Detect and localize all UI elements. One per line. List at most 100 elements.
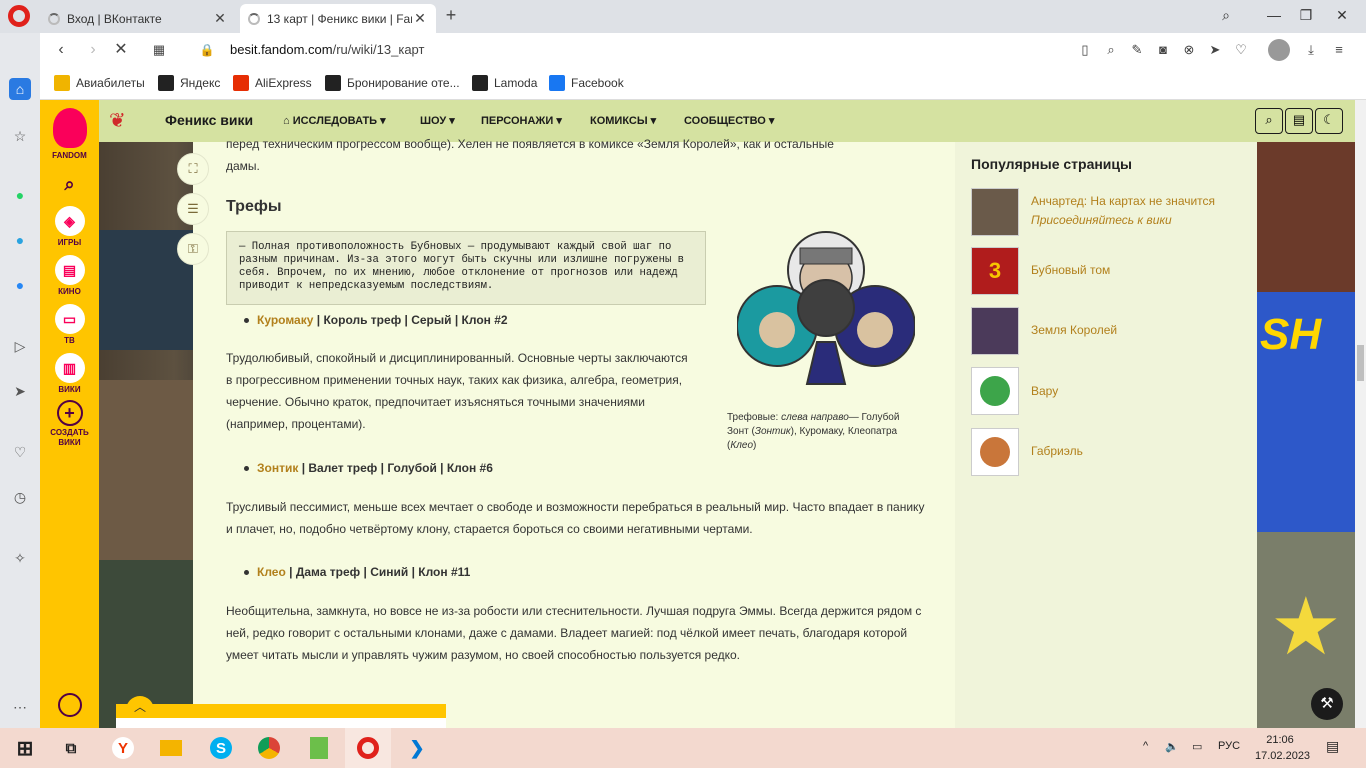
zoom-icon[interactable]: ⌕ xyxy=(1102,41,1120,59)
vk-icon[interactable]: ● xyxy=(9,274,31,296)
scrollbar-thumb[interactable] xyxy=(1357,345,1364,381)
popular-thumbnail[interactable] xyxy=(971,307,1019,355)
opera-taskbar-icon[interactable] xyxy=(353,734,383,762)
bookmark-aviabilety[interactable]: Авиабилеты xyxy=(54,75,145,91)
nav-comics[interactable]: КОМИКСЫ ▾ xyxy=(590,114,656,127)
clubs-characters-image[interactable] xyxy=(737,222,915,386)
lock-icon[interactable]: ⚿ xyxy=(177,233,209,265)
stop-loading-button[interactable]: ✕ xyxy=(110,39,132,61)
url-field[interactable]: besit.fandom.com/ru/wiki/13_карт xyxy=(230,42,424,57)
tips-icon[interactable]: ✧ xyxy=(9,547,31,569)
nav-explore[interactable]: ⌂ ИССЛЕДОВАТЬ ▾ xyxy=(283,114,386,127)
bookmark-yandex[interactable]: Яндекс xyxy=(158,75,220,91)
popular-thumbnail[interactable] xyxy=(971,367,1019,415)
wiki-title[interactable]: Феникс вики xyxy=(165,112,253,128)
nav-create-wiki[interactable]: + СОЗДАТЬ ВИКИ xyxy=(40,400,99,448)
popular-link[interactable]: Анчартед: На картах не значится xyxy=(1031,194,1215,208)
intro-text: перед техническим прогрессом вообще). Хе… xyxy=(226,137,834,151)
more-icon[interactable]: ⋯ xyxy=(9,696,31,718)
language-indicator[interactable]: РУС xyxy=(1218,740,1240,752)
heart-icon[interactable]: ♡ xyxy=(1232,41,1250,59)
tab-vk[interactable]: Вход | ВКонтакте ✕ xyxy=(40,4,236,33)
popular-thumbnail[interactable] xyxy=(971,188,1019,236)
favorites-heart-icon[interactable]: ♡ xyxy=(9,441,31,463)
nav-wikis[interactable]: ▥ ВИКИ xyxy=(40,353,99,394)
bookmark-booking[interactable]: Бронирование оте... xyxy=(325,75,460,91)
phoenix-logo-icon[interactable]: ❦ xyxy=(109,108,135,134)
account-icon[interactable] xyxy=(58,693,82,717)
character-link[interactable]: Зонтик xyxy=(257,461,298,475)
speed-dial-icon[interactable]: ▦ xyxy=(148,39,170,61)
opera-logo-icon[interactable] xyxy=(8,5,30,27)
skype-icon[interactable]: S xyxy=(206,734,236,762)
close-tab-icon[interactable]: ✕ xyxy=(412,10,428,27)
notifications-icon[interactable]: ▤ xyxy=(1326,738,1339,755)
download-icon[interactable]: ⤓ xyxy=(1302,41,1320,59)
profile-avatar[interactable] xyxy=(1268,39,1290,61)
history-icon[interactable]: ◷ xyxy=(9,486,31,508)
wrench-icon[interactable]: ⚒ xyxy=(1311,688,1343,720)
yandex-browser-icon[interactable]: Y xyxy=(108,734,138,762)
fullscreen-icon[interactable]: ⛶ xyxy=(177,153,209,185)
clock[interactable]: 21:06 17.02.2023 xyxy=(1255,732,1310,764)
adblock-icon[interactable]: ⊗ xyxy=(1180,41,1198,59)
send-icon[interactable]: ➤ xyxy=(1206,41,1224,59)
volume-icon[interactable]: 🔈 xyxy=(1165,740,1179,753)
send-icon[interactable]: ➤ xyxy=(9,380,31,402)
search-icon[interactable]: ⌕ xyxy=(1255,108,1283,134)
file-explorer-icon[interactable] xyxy=(156,734,186,762)
reader-icon[interactable]: ▯ xyxy=(1076,41,1094,59)
notepad-icon[interactable] xyxy=(304,734,334,762)
popular-thumbnail[interactable]: 3 xyxy=(971,247,1019,295)
network-icon[interactable]: ▭ xyxy=(1192,740,1202,753)
character-link[interactable]: Куромаку xyxy=(257,313,313,327)
popular-link[interactable]: Бубновый том xyxy=(1031,263,1110,277)
whatsapp-icon[interactable]: ● xyxy=(9,184,31,206)
camera-icon[interactable]: ◙ xyxy=(1154,41,1172,59)
nav-characters[interactable]: ПЕРСОНАЖИ ▾ xyxy=(481,114,562,127)
bookmark-facebook[interactable]: Facebook xyxy=(549,75,624,91)
popular-link[interactable]: Габриэль xyxy=(1031,444,1083,458)
nav-tv[interactable]: ▭ ТВ xyxy=(40,304,99,345)
vscode-icon[interactable]: ❯ xyxy=(402,734,432,762)
popular-link[interactable]: Земля Королей xyxy=(1031,323,1117,337)
telegram-icon[interactable]: ● xyxy=(9,229,31,251)
chevron-up-icon[interactable]: ^ xyxy=(1143,740,1148,752)
menu-icon[interactable]: ≡ xyxy=(1330,41,1348,59)
back-button[interactable]: ‹ xyxy=(50,39,72,61)
search-tabs-icon[interactable]: ⌕ xyxy=(1212,4,1240,26)
close-tab-icon[interactable]: ✕ xyxy=(212,10,228,27)
maximize-button[interactable]: ❐ xyxy=(1292,4,1320,26)
plus-icon: + xyxy=(56,400,83,426)
discussions-icon[interactable]: ▤ xyxy=(1285,108,1313,134)
nav-movies[interactable]: ▤ КИНО xyxy=(40,255,99,296)
popular-link[interactable]: Вару xyxy=(1031,384,1058,398)
windows-start-icon[interactable]: ⊞ xyxy=(10,734,40,762)
theme-toggle-icon[interactable]: ☾ xyxy=(1315,108,1343,134)
popular-sub[interactable]: Присоединяйтесь к вики xyxy=(1031,213,1172,227)
close-window-button[interactable]: ✕ xyxy=(1328,4,1356,26)
character-link[interactable]: Клео xyxy=(257,565,286,579)
home-icon[interactable]: ⌂ xyxy=(9,78,31,100)
edit-icon[interactable]: ✎ xyxy=(1128,41,1146,59)
popular-thumbnail[interactable] xyxy=(971,428,1019,476)
chrome-icon[interactable] xyxy=(254,734,284,762)
bookmark-aliexpress[interactable]: AliExpress xyxy=(233,75,312,91)
nav-show[interactable]: ШОУ ▾ xyxy=(420,114,455,127)
chevron-up-icon[interactable]: ︿ xyxy=(126,696,154,718)
page-scrollbar[interactable] xyxy=(1355,100,1366,728)
search-icon[interactable]: ⌕ xyxy=(40,174,99,195)
bookmark-star-icon[interactable]: ☆ xyxy=(9,125,31,147)
task-view-icon[interactable]: ⧉ xyxy=(56,734,86,762)
fandom-logo[interactable]: FANDOM xyxy=(40,108,99,160)
nav-community[interactable]: СООБЩЕСТВО ▾ xyxy=(684,114,774,127)
bookmark-lamoda[interactable]: Lamoda xyxy=(472,75,537,91)
nav-games[interactable]: ◈ ИГРЫ xyxy=(40,206,99,247)
player-icon[interactable]: ▷ xyxy=(9,335,31,357)
toc-icon[interactable]: ☰ xyxy=(177,193,209,225)
tab-title: Вход | ВКонтакте xyxy=(67,11,162,26)
minimize-button[interactable]: — xyxy=(1260,4,1288,26)
forward-button[interactable]: › xyxy=(82,39,104,61)
tab-fandom[interactable]: 13 карт | Феникс вики | Fandom ✕ xyxy=(240,4,436,33)
new-tab-button[interactable]: + xyxy=(440,4,462,26)
